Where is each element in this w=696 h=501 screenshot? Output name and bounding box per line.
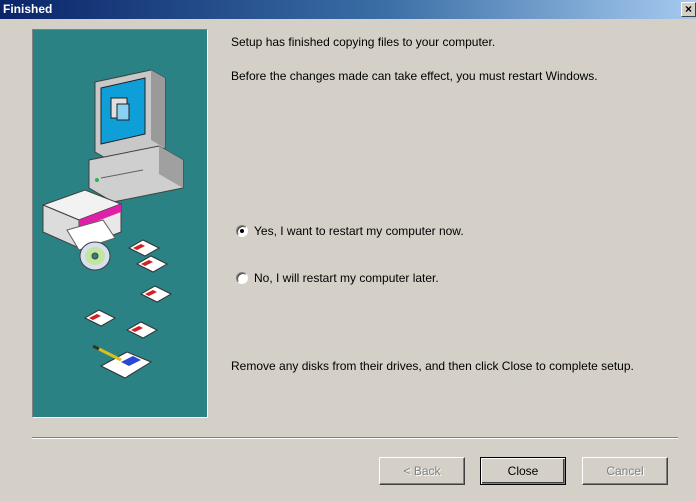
setup-illustration-panel	[32, 29, 208, 418]
computer-icon	[88, 69, 184, 203]
remove-disks-message: Remove any disks from their drives, and …	[231, 359, 634, 373]
restart-later-option[interactable]: No, I will restart my computer later.	[236, 271, 439, 285]
finished-copying-message: Setup has finished copying files to your…	[231, 35, 496, 49]
setup-illustration	[41, 69, 184, 379]
window-title: Finished	[3, 2, 53, 16]
restart-now-label: Yes, I want to restart my computer now.	[254, 224, 464, 238]
software-box-icon	[41, 189, 123, 251]
title-bar: Finished	[0, 0, 696, 19]
restart-later-label: No, I will restart my computer later.	[254, 271, 439, 285]
restart-required-message: Before the changes made can take effect,…	[231, 69, 598, 83]
close-icon[interactable]: ×	[681, 2, 696, 17]
restart-later-radio[interactable]	[236, 272, 248, 284]
close-button[interactable]: Close	[480, 457, 566, 485]
registration-card-icon	[92, 344, 153, 379]
radio-selected-dot	[240, 229, 244, 233]
cd-disc-icon	[79, 241, 111, 271]
back-button[interactable]: < Back	[379, 457, 465, 485]
button-separator	[32, 437, 678, 439]
restart-now-radio[interactable]	[236, 225, 248, 237]
cancel-button[interactable]: Cancel	[582, 457, 668, 485]
restart-now-option[interactable]: Yes, I want to restart my computer now.	[236, 224, 464, 238]
